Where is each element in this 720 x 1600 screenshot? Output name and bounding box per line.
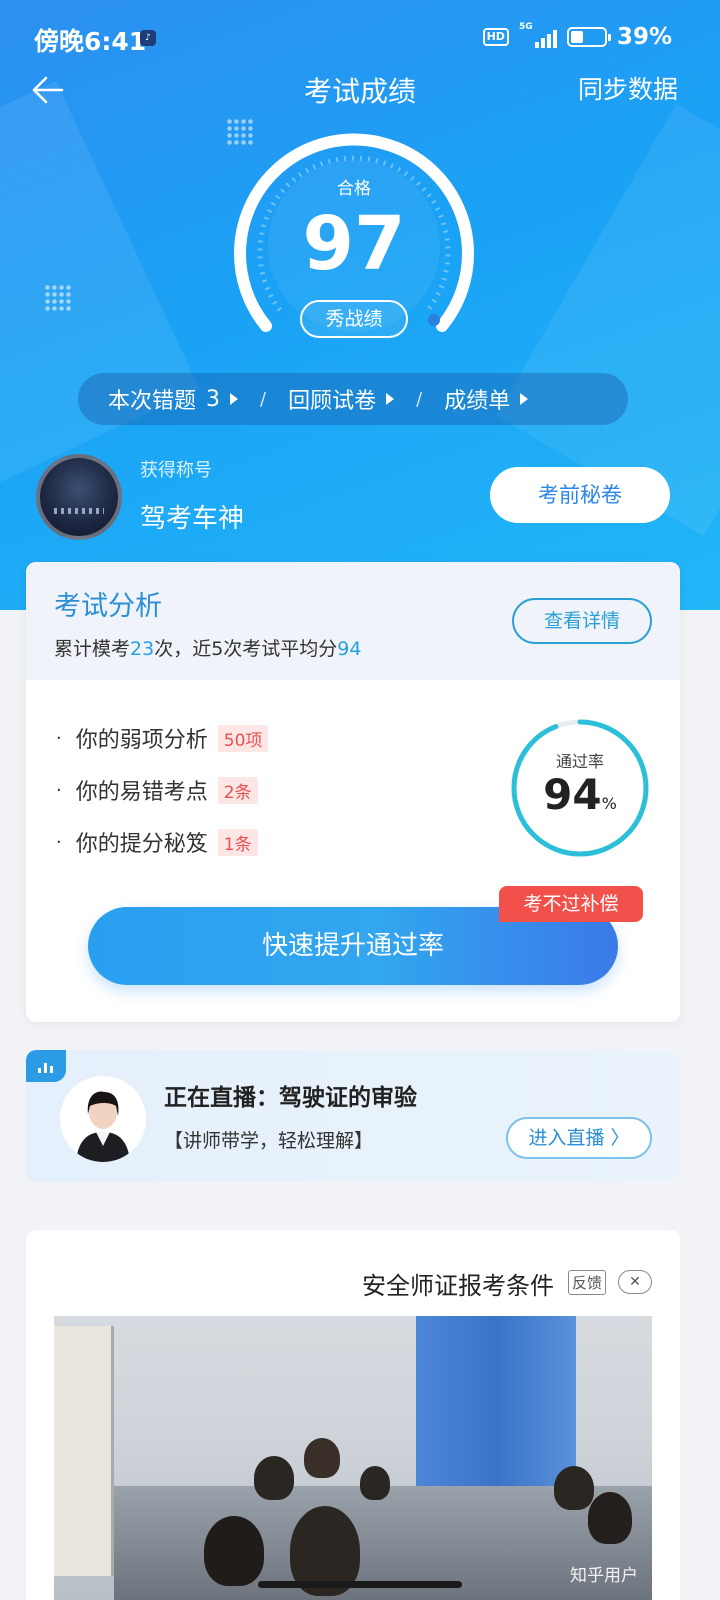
result-summary-bar: 本次错题 3 / 回顾试卷 / 成绩单 xyxy=(78,373,628,425)
status-bar: 傍晚6:41 ♪ HD 5G 39% xyxy=(0,0,720,72)
pass-rate-label: 通过率 xyxy=(555,752,604,771)
score-report-label: 成绩单 xyxy=(444,389,511,414)
wrong-questions-count: 3 xyxy=(206,386,221,412)
list-item[interactable]: · 你的易错考点 2条 xyxy=(56,764,268,816)
analysis-title: 考试分析 xyxy=(54,591,162,622)
ad-card[interactable]: 安全师证报考条件 反馈 ✕ 知乎用户 xyxy=(26,1230,680,1600)
review-paper-link[interactable]: 回顾试卷 xyxy=(288,383,395,415)
play-arrow-icon xyxy=(520,393,529,405)
wrong-questions-link[interactable]: 本次错题 3 xyxy=(108,383,239,415)
compensation-badge: 考不过补偿 xyxy=(499,886,643,922)
honor-label: 获得称号 xyxy=(140,460,212,481)
sync-data-button[interactable]: 同步数据 xyxy=(578,70,678,106)
network-type: 5G xyxy=(518,22,533,32)
wrong-questions-label: 本次错题 xyxy=(108,389,197,414)
hero-decoration xyxy=(0,80,200,500)
count-badge: 2条 xyxy=(217,776,258,804)
count-badge: 1条 xyxy=(217,828,258,856)
play-arrow-icon xyxy=(230,393,239,405)
ad-image[interactable]: 知乎用户 xyxy=(54,1316,652,1600)
share-score-button[interactable]: 秀战绩 xyxy=(300,300,408,338)
analysis-summary: 累计模考23次，近5次考试平均分94 xyxy=(54,638,362,660)
watermark: 知乎用户 xyxy=(570,1566,638,1586)
score-gauge: 合格 97 秀战绩 xyxy=(228,122,480,342)
chevron-right-icon: 〉 xyxy=(610,1127,630,1149)
play-arrow-icon xyxy=(386,393,395,405)
analysis-header: 考试分析 累计模考23次，近5次考试平均分94 查看详情 xyxy=(26,562,680,680)
close-icon[interactable]: ✕ xyxy=(618,1270,652,1294)
exam-analysis-card: 考试分析 累计模考23次，近5次考试平均分94 查看详情 · 你的弱项分析 50项 … xyxy=(26,562,680,1022)
list-item[interactable]: · 你的弱项分析 50项 xyxy=(56,712,269,764)
battery-percent: 39% xyxy=(616,24,672,50)
notification-icon: ♪ xyxy=(140,30,156,46)
battery-icon xyxy=(566,27,611,47)
avatar[interactable] xyxy=(36,454,122,540)
live-title: 正在直播：驾驶证的审验 xyxy=(164,1085,417,1111)
ad-feedback-button[interactable]: 反馈 xyxy=(567,1270,606,1295)
exam-count: 23 xyxy=(130,638,155,660)
review-paper-label: 回顾试卷 xyxy=(288,389,377,414)
view-details-button[interactable]: 查看详情 xyxy=(512,598,652,644)
home-indicator[interactable] xyxy=(258,1581,462,1588)
list-item[interactable]: · 你的提分秘笈 1条 xyxy=(56,816,268,868)
analysis-list: · 你的弱项分析 50项 · 你的易错考点 2条 · 你的提分秘笈 1条 xyxy=(56,712,269,868)
signal-icon: 5G xyxy=(519,22,557,48)
score-report-link[interactable]: 成绩单 xyxy=(444,383,529,415)
pass-rate-value: 94% xyxy=(543,770,617,819)
ad-title: 安全师证报考条件 xyxy=(362,1272,554,1300)
separator: / xyxy=(416,388,423,410)
average-score: 94 xyxy=(337,638,362,660)
dot-grid-decoration xyxy=(44,284,72,312)
status-time: 傍晚6:41 xyxy=(34,27,147,56)
live-stream-card[interactable]: 正在直播：驾驶证的审验 【讲师带学，轻松理解】 进入直播 〉 xyxy=(26,1050,680,1182)
exam-score: 97 xyxy=(302,201,406,287)
honor-title: 驾考车神 xyxy=(140,504,245,534)
hd-icon: HD xyxy=(482,28,509,46)
live-signal-icon xyxy=(26,1050,66,1082)
enter-live-button[interactable]: 进入直播 〉 xyxy=(506,1117,652,1159)
pass-status: 合格 xyxy=(337,179,371,199)
lecturer-avatar xyxy=(60,1076,146,1162)
live-subtitle: 【讲师带学，轻松理解】 xyxy=(164,1130,374,1152)
count-badge: 50项 xyxy=(217,724,269,752)
secret-paper-button[interactable]: 考前秘卷 xyxy=(490,467,670,523)
separator: / xyxy=(260,388,267,410)
